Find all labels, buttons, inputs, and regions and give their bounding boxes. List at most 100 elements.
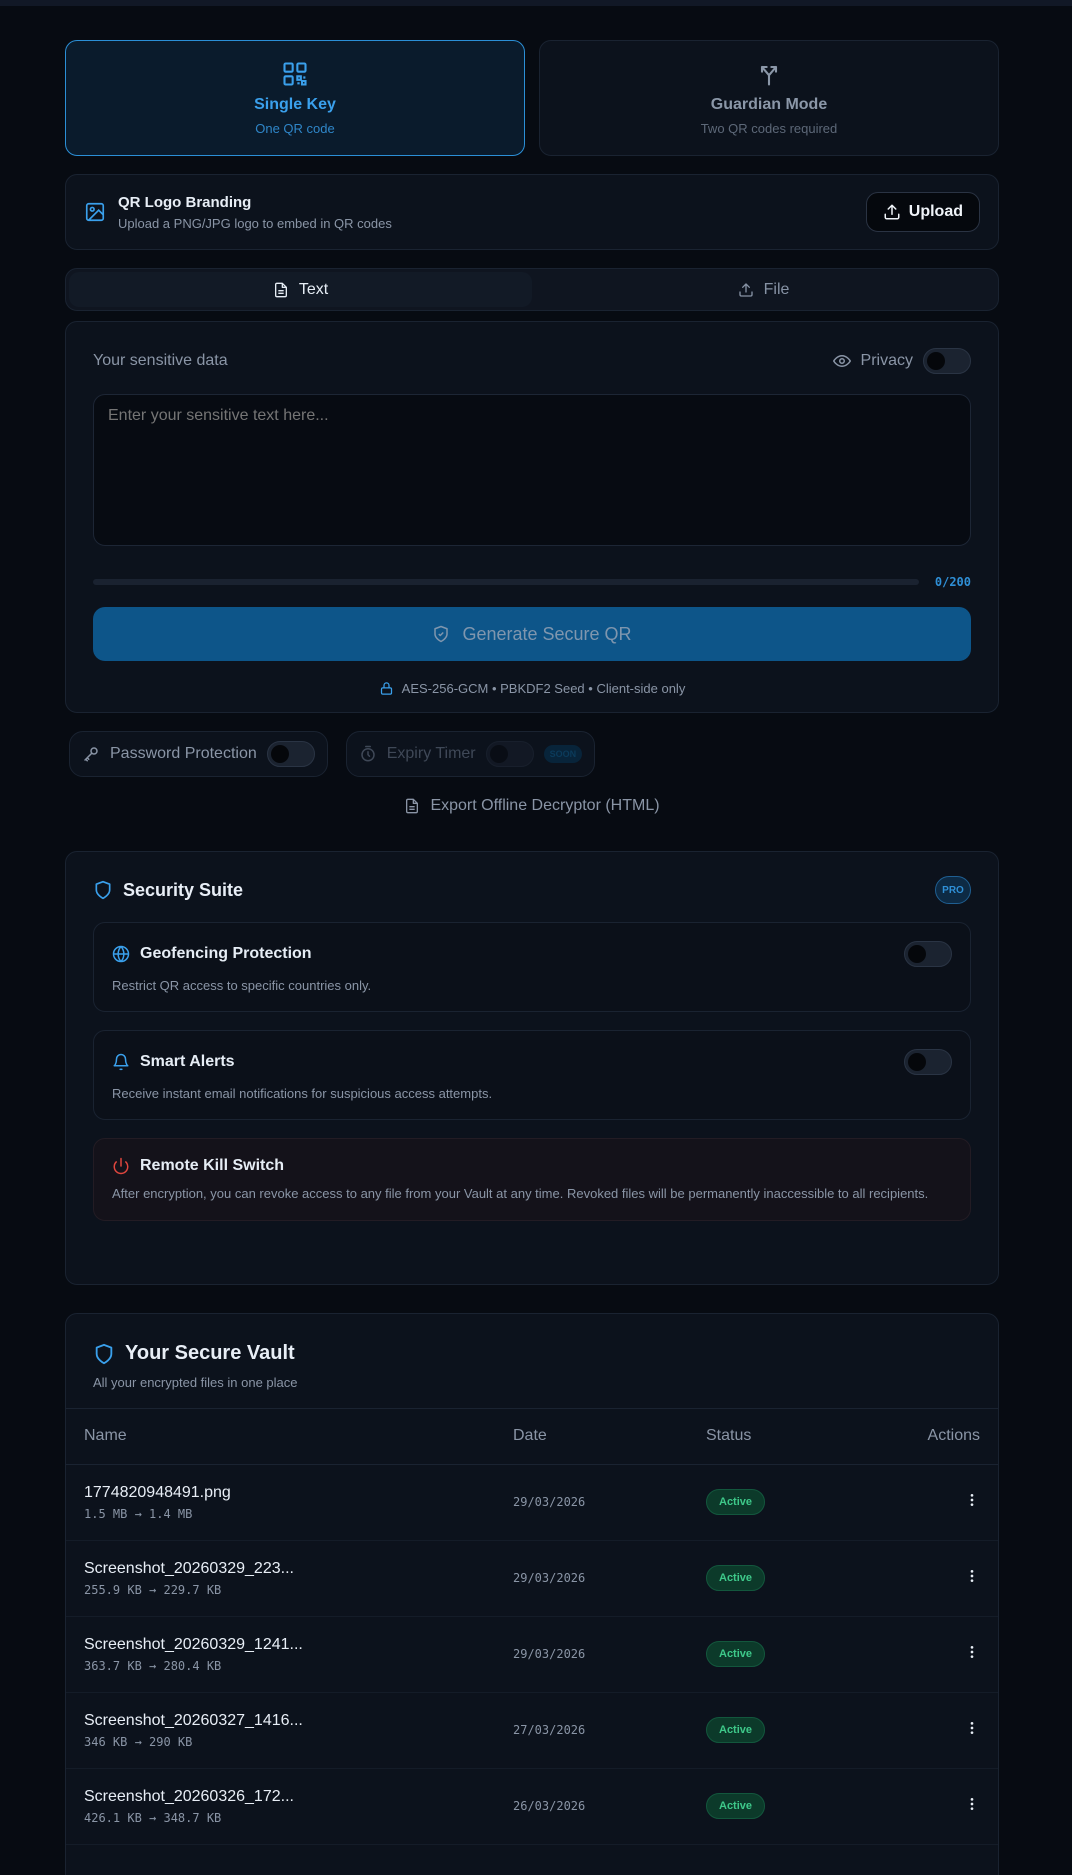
status-badge: Active — [706, 1717, 766, 1743]
column-header-date: Date — [495, 1409, 688, 1465]
feature-title: Smart Alerts — [140, 1053, 235, 1071]
more-actions-icon[interactable] — [964, 1568, 980, 1584]
mode-title: Guardian Mode — [710, 96, 828, 113]
suite-title: Security Suite — [123, 879, 244, 900]
remote-kill-switch-feature: Remote Kill Switch After encryption, you… — [93, 1138, 971, 1221]
feature-description: Restrict QR access to specific countries… — [112, 978, 372, 993]
expiry-timer-toggle — [485, 741, 534, 767]
table-row[interactable]: Screenshot_20260326_172... 426.1 KB → 348… — [66, 1768, 998, 1845]
tab-file[interactable]: File — [532, 272, 995, 307]
generate-qr-button[interactable]: Generate Secure QR — [93, 607, 971, 661]
sensitive-text-input[interactable] — [93, 394, 971, 546]
status-badge: Active — [706, 1489, 766, 1515]
input-label: Your sensitive data — [93, 352, 228, 369]
main-container: Single Key One QR code Guardian Mode Two… — [65, 40, 999, 1875]
file-name: Screenshot_20260326_172... — [84, 1787, 294, 1805]
lock-icon — [379, 681, 394, 696]
mode-selector: Single Key One QR code Guardian Mode Two… — [65, 40, 999, 156]
file-date: 26/03/2026 — [495, 1768, 688, 1845]
smart-alerts-toggle[interactable] — [904, 1049, 952, 1076]
geofencing-toggle[interactable] — [904, 941, 952, 967]
file-size: 346 KB → 290 KB — [84, 1734, 193, 1749]
upload-label: Upload — [908, 203, 963, 220]
shield-icon — [93, 880, 113, 900]
split-icon — [755, 60, 783, 88]
column-header-name: Name — [66, 1409, 495, 1465]
tab-text[interactable]: Text — [69, 272, 532, 307]
eye-icon — [832, 352, 851, 370]
file-size: 426.1 KB → 348.7 KB — [84, 1810, 222, 1825]
soon-badge: SOON — [543, 745, 583, 763]
expiry-timer-label: Expiry Timer — [386, 745, 476, 762]
mode-single-key[interactable]: Single Key One QR code — [65, 40, 525, 156]
feature-description: After encryption, you can revoke access … — [112, 1186, 929, 1202]
document-icon — [404, 798, 420, 814]
logo-branding-panel: QR Logo Branding Upload a PNG/JPG logo t… — [65, 174, 999, 250]
shield-icon — [93, 1343, 115, 1365]
security-suite-panel: Security Suite PRO Geofencing Protection… — [65, 851, 999, 1285]
timer-icon — [359, 745, 377, 763]
file-size: 363.7 KB → 280.4 KB — [84, 1658, 222, 1673]
document-icon — [273, 282, 289, 298]
status-badge: Active — [706, 1565, 766, 1591]
table-row[interactable]: Screenshot_20260329_1241... 363.7 KB → 28… — [66, 1616, 998, 1693]
export-decryptor-link[interactable]: Export Offline Decryptor (HTML) — [65, 797, 999, 815]
table-row[interactable]: Screenshot_20260329_223... 255.9 KB → 229… — [66, 1540, 998, 1617]
image-icon — [84, 201, 106, 223]
input-type-tabs: Text File — [65, 268, 999, 311]
sensitive-data-panel: Your sensitive data Privacy 0/200 — [65, 321, 999, 713]
more-actions-icon[interactable] — [964, 1796, 980, 1812]
file-size: 255.9 KB → 229.7 KB — [84, 1582, 222, 1597]
vault-title: Your Secure Vault — [125, 1342, 295, 1364]
file-name: 1774820948491.png — [84, 1483, 231, 1501]
export-label: Export Offline Decryptor (HTML) — [430, 797, 660, 814]
table-row[interactable]: 1774820948491.png 1.5 MB → 1.4 MB 29/03/2… — [66, 1464, 998, 1541]
bell-icon — [112, 1053, 130, 1071]
status-badge: Active — [706, 1641, 766, 1667]
upload-logo-button[interactable]: Upload — [865, 192, 980, 232]
file-name: Screenshot_20260329_1241... — [84, 1635, 303, 1653]
feature-description: Receive instant email notifications for … — [112, 1086, 493, 1102]
privacy-toggle[interactable] — [923, 348, 971, 374]
mode-guardian[interactable]: Guardian Mode Two QR codes required — [539, 40, 999, 156]
more-actions-icon[interactable] — [964, 1492, 980, 1508]
upload-icon — [738, 282, 754, 298]
vault-table: Name Date Status Actions 1774820948491.p… — [66, 1409, 998, 1875]
mode-title: Single Key — [254, 96, 336, 113]
power-icon — [112, 1157, 130, 1175]
character-counter: 0/200 — [934, 575, 971, 589]
column-header-status: Status — [688, 1409, 849, 1465]
secure-vault-panel: Your Secure Vault All your encrypted fil… — [65, 1313, 999, 1875]
generate-label: Generate Secure QR — [462, 623, 632, 644]
branding-title: QR Logo Branding — [118, 193, 252, 211]
mode-subtitle: One QR code — [255, 121, 335, 136]
globe-icon — [112, 945, 130, 963]
branding-subtitle: Upload a PNG/JPG logo to embed in QR cod… — [118, 215, 392, 231]
table-row[interactable]: Screenshot_20260327_1416... 346 KB → 290 … — [66, 1692, 998, 1769]
vault-subtitle: All your encrypted files in one place — [93, 1375, 298, 1390]
mode-subtitle: Two QR codes required — [700, 121, 838, 136]
table-row — [66, 1844, 998, 1875]
password-protection-option[interactable]: Password Protection — [69, 731, 328, 777]
feature-title: Geofencing Protection — [140, 945, 312, 962]
character-limit-bar — [93, 579, 919, 585]
expiry-timer-option: Expiry Timer SOON — [345, 731, 596, 777]
password-protection-toggle[interactable] — [266, 741, 315, 767]
key-icon — [82, 745, 100, 763]
file-name: Screenshot_20260329_223... — [84, 1559, 294, 1577]
column-header-actions: Actions — [848, 1409, 998, 1465]
more-actions-icon[interactable] — [964, 1644, 980, 1660]
file-name: Screenshot_20260327_1416... — [84, 1711, 303, 1729]
table-header-row: Name Date Status Actions — [66, 1409, 998, 1465]
password-protection-label: Password Protection — [110, 745, 257, 762]
encryption-note: AES-256-GCM • PBKDF2 Seed • Client-side … — [93, 681, 971, 696]
option-toggles: Password Protection Expiry Timer SOON — [65, 731, 999, 777]
file-date: 29/03/2026 — [495, 1464, 688, 1541]
more-actions-icon[interactable] — [964, 1720, 980, 1736]
pro-badge: PRO — [935, 876, 971, 904]
tab-label: File — [763, 280, 790, 298]
file-date: 29/03/2026 — [495, 1540, 688, 1617]
privacy-label: Privacy — [860, 352, 913, 369]
feature-title: Remote Kill Switch — [140, 1157, 285, 1175]
file-date: 27/03/2026 — [495, 1692, 688, 1769]
